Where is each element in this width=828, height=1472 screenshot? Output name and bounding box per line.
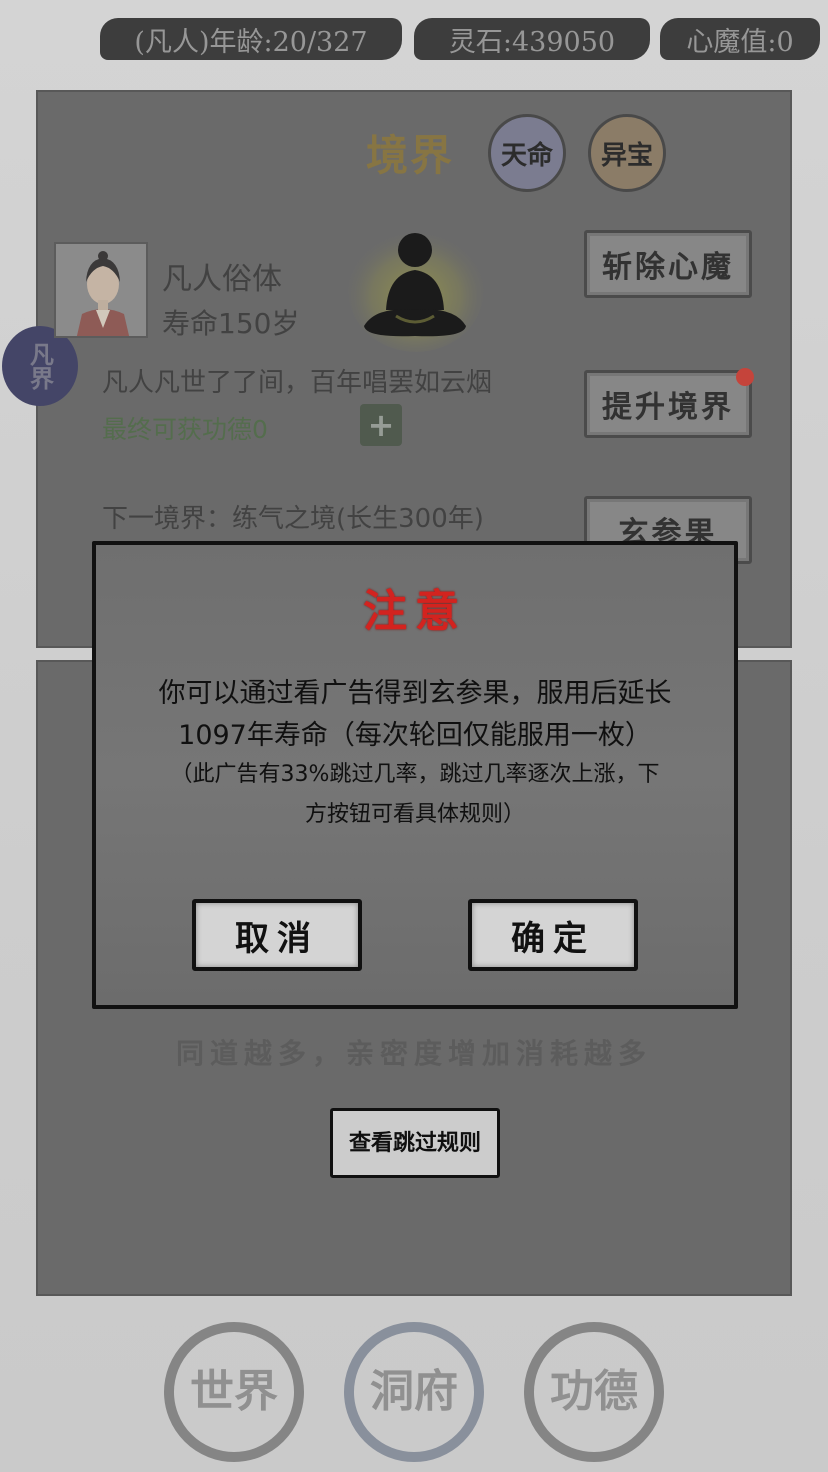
dialog-note-line-1: （此广告有33%跳过几率，跳过几率逐次上涨，下 [170, 762, 660, 787]
dialog-message: 你可以通过看广告得到玄参果，服用后延长 1097年寿命（每次轮回仅能服用一枚） [116, 673, 714, 757]
attention-dialog: 注意 你可以通过看广告得到玄参果，服用后延长 1097年寿命（每次轮回仅能服用一… [92, 541, 738, 1009]
dialog-title: 注意 [363, 586, 467, 637]
dialog-note: （此广告有33%跳过几率，跳过几率逐次上涨，下 方按钮可看具体规则） [124, 755, 706, 835]
dialog-message-line-1: 你可以通过看广告得到玄参果，服用后延长 [158, 678, 672, 709]
confirm-button[interactable]: 确定 [468, 899, 638, 971]
game-screen: (凡人)年龄:20/327 灵石:439050 心魔值:0 境界 天命 异宝 凡… [0, 0, 828, 1472]
dialog-note-line-2: 方按钮可看具体规则） [304, 802, 525, 827]
cancel-button[interactable]: 取消 [192, 899, 362, 971]
dialog-message-line-2: 1097年寿命（每次轮回仅能服用一枚） [178, 720, 652, 751]
